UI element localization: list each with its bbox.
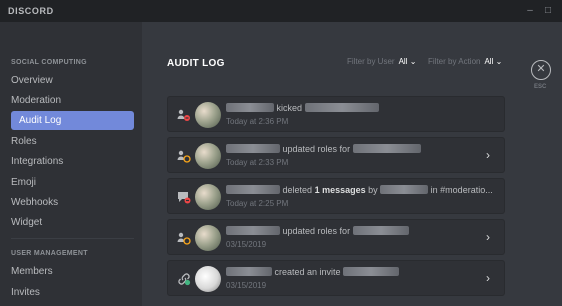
avatar	[195, 225, 221, 251]
avatar	[195, 102, 221, 128]
page-title: AUDIT LOG	[167, 58, 225, 69]
sidebar-item-overview[interactable]: Overview	[11, 71, 134, 90]
chevron-right-icon[interactable]: ›	[486, 148, 490, 162]
chevron-right-icon[interactable]: ›	[486, 271, 490, 285]
entry-timestamp: 03/15/2019	[226, 240, 267, 249]
chevron-down-icon: ⌄	[495, 57, 503, 66]
redacted-target	[352, 226, 409, 235]
redacted-username	[226, 103, 274, 112]
filter-user-value: All	[398, 57, 408, 66]
sidebar-divider	[11, 238, 134, 239]
sidebar-item-moderation[interactable]: Moderation	[11, 91, 134, 110]
entry-text: kicked	[226, 103, 379, 113]
filter-action-value: All	[484, 57, 494, 66]
entry-text: updated roles for	[226, 144, 421, 154]
redacted-username	[226, 185, 280, 194]
filter-by-action[interactable]: Filter by Action All ⌄	[428, 57, 502, 66]
role-update-icon	[177, 150, 191, 163]
close-icon: ✕	[536, 63, 546, 75]
redacted-username	[226, 267, 272, 276]
audit-entry[interactable]: updated roles for Today at 2:33 PM ›	[167, 137, 505, 173]
entry-timestamp: Today at 2:25 PM	[226, 199, 289, 208]
message-delete-icon	[178, 192, 191, 204]
minimize-button[interactable]: –	[522, 3, 538, 19]
close-settings-button[interactable]: ✕	[531, 60, 551, 80]
entry-text: deleted 1 messages by in #moderatio...	[226, 185, 493, 195]
redacted-target	[304, 103, 379, 112]
filter-user-label: Filter by User	[347, 57, 395, 66]
redacted-target	[352, 144, 421, 153]
avatar	[195, 266, 221, 292]
audit-entry[interactable]: updated roles for 03/15/2019 ›	[167, 219, 505, 255]
sidebar-item-integrations[interactable]: Integrations	[11, 152, 134, 171]
entry-text: updated roles for	[226, 226, 409, 236]
role-update-icon	[177, 232, 191, 245]
filter-by-user[interactable]: Filter by User All ⌄	[347, 57, 416, 66]
filter-action-label: Filter by Action	[428, 57, 481, 66]
sidebar-item-members[interactable]: Members	[11, 262, 134, 281]
entry-text: created an invite	[226, 267, 400, 277]
audit-entry[interactable]: deleted 1 messages by in #moderatio... T…	[167, 178, 505, 214]
chevron-down-icon: ⌄	[409, 57, 417, 66]
sidebar-item-emoji[interactable]: Emoji	[11, 173, 134, 192]
invite-create-icon	[178, 273, 191, 286]
redacted-username	[226, 226, 280, 235]
server-section-heading: SOCIAL COMPUTING	[11, 59, 87, 66]
sidebar-item-invites[interactable]: Invites	[11, 283, 134, 302]
member-kick-icon	[177, 109, 190, 121]
sidebar-item-roles[interactable]: Roles	[11, 132, 134, 151]
audit-entry[interactable]: created an invite 03/15/2019 ›	[167, 260, 505, 296]
sidebar-item-webhooks[interactable]: Webhooks	[11, 193, 134, 212]
esc-label: ESC	[534, 84, 547, 90]
avatar	[195, 143, 221, 169]
entry-timestamp: Today at 2:36 PM	[226, 117, 289, 126]
redacted-target	[343, 267, 400, 276]
title-bar: DISCORD – □	[0, 0, 562, 22]
redacted-username	[226, 144, 280, 153]
sidebar-item-widget[interactable]: Widget	[11, 213, 134, 232]
user-management-heading: USER MANAGEMENT	[11, 250, 88, 257]
redacted-target	[380, 185, 429, 194]
avatar	[195, 184, 221, 210]
entry-timestamp: 03/15/2019	[226, 281, 267, 290]
maximize-button[interactable]: □	[540, 3, 556, 19]
settings-sidebar: SOCIAL COMPUTING Overview Moderation Aud…	[0, 22, 142, 306]
chevron-right-icon[interactable]: ›	[486, 230, 490, 244]
app-brand: DISCORD	[8, 6, 54, 16]
entry-timestamp: Today at 2:33 PM	[226, 158, 289, 167]
audit-entry[interactable]: kicked Today at 2:36 PM	[167, 96, 505, 132]
sidebar-item-audit-log[interactable]: Audit Log	[11, 111, 134, 130]
